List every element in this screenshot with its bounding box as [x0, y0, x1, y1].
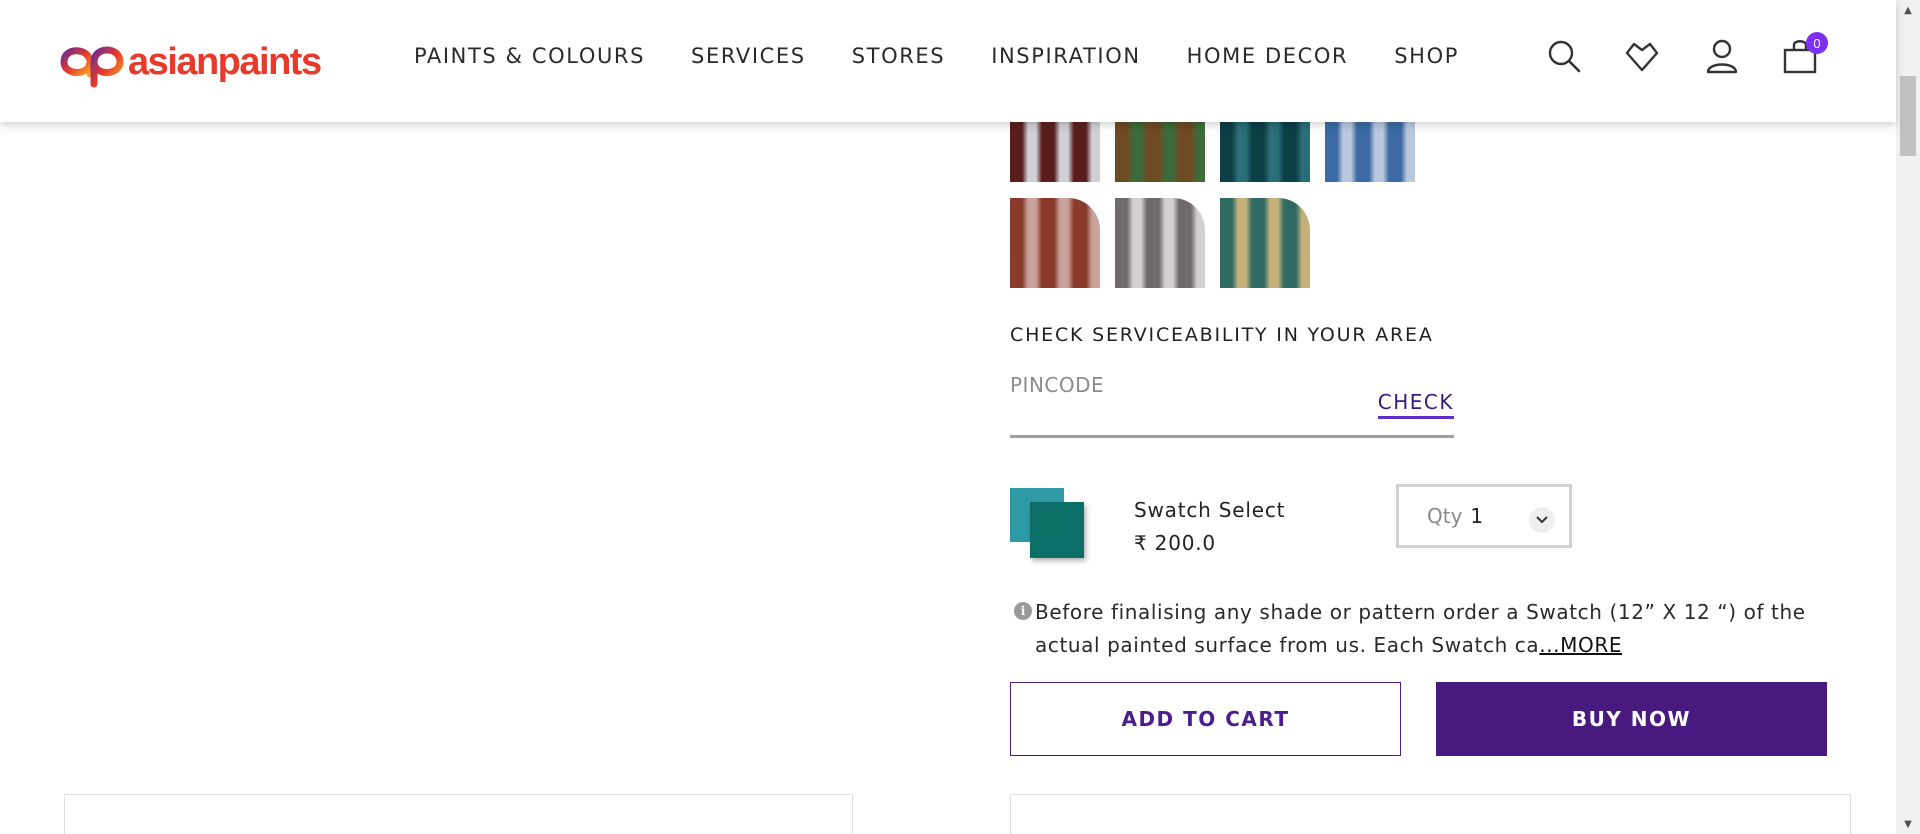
scroll-down-arrow-icon[interactable]: ▼	[1896, 814, 1920, 834]
qty-value: 1	[1470, 504, 1484, 528]
quantity-select[interactable]: Qty 1	[1396, 484, 1572, 548]
read-more-link[interactable]: ...MORE	[1539, 633, 1622, 657]
brand-logo[interactable]: asianpaints	[60, 36, 322, 88]
brand-logo-mark	[60, 36, 124, 88]
user-account-icon[interactable]	[1704, 38, 1740, 74]
product-detail-card-left	[64, 794, 853, 834]
main-nav: PAINTS & COLOURS SERVICES STORES INSPIRA…	[414, 44, 1505, 68]
add-to-cart-button[interactable]: ADD TO CART	[1010, 682, 1401, 756]
cart-bag-icon[interactable]: 0	[1782, 32, 1828, 74]
nav-services[interactable]: SERVICES	[691, 44, 806, 68]
scrollbar-thumb[interactable]	[1900, 76, 1916, 156]
pincode-field: CHECK	[1010, 360, 1454, 438]
page-scrollbar[interactable]: ▲ ▼	[1896, 0, 1920, 834]
product-detail-card-right	[1010, 794, 1851, 834]
nav-home-decor[interactable]: HOME DECOR	[1187, 44, 1349, 68]
site-header: asianpaints PAINTS & COLOURS SERVICES ST…	[0, 0, 1896, 122]
wishlist-heart-icon[interactable]	[1624, 38, 1660, 74]
check-pincode-button[interactable]: CHECK	[1377, 390, 1454, 419]
buy-now-button[interactable]: BUY NOW	[1436, 682, 1827, 756]
serviceability-title: CHECK SERVICEABILITY IN YOUR AREA	[1010, 324, 1434, 346]
swatch-color-7[interactable]	[1220, 198, 1310, 288]
swatch-info-text: Before finalising any shade or pattern o…	[1035, 600, 1806, 657]
swatch-select-price: ₹ 200.0	[1134, 531, 1216, 555]
nav-paints-colours[interactable]: PAINTS & COLOURS	[414, 44, 645, 68]
search-icon[interactable]	[1546, 38, 1582, 74]
nav-stores[interactable]: STORES	[852, 44, 945, 68]
swatch-select-name: Swatch Select	[1134, 498, 1286, 522]
nav-inspiration[interactable]: INSPIRATION	[991, 44, 1140, 68]
scroll-up-arrow-icon[interactable]: ▲	[1896, 0, 1920, 20]
swatch-info-note: Before finalising any shade or pattern o…	[1035, 596, 1835, 662]
info-icon: i	[1014, 602, 1032, 620]
swatch-color-6[interactable]	[1115, 198, 1205, 288]
chevron-down-icon[interactable]	[1529, 507, 1555, 533]
qty-label: Qty	[1427, 504, 1463, 528]
brand-name: asianpaints	[128, 40, 322, 83]
swatch-color-5[interactable]	[1010, 198, 1100, 288]
nav-shop[interactable]: SHOP	[1394, 44, 1459, 68]
swatch-select-image	[1010, 488, 1084, 560]
swatch-sample-front	[1030, 502, 1084, 558]
cart-count-badge: 0	[1806, 32, 1828, 54]
pincode-input[interactable]	[1010, 368, 1350, 402]
